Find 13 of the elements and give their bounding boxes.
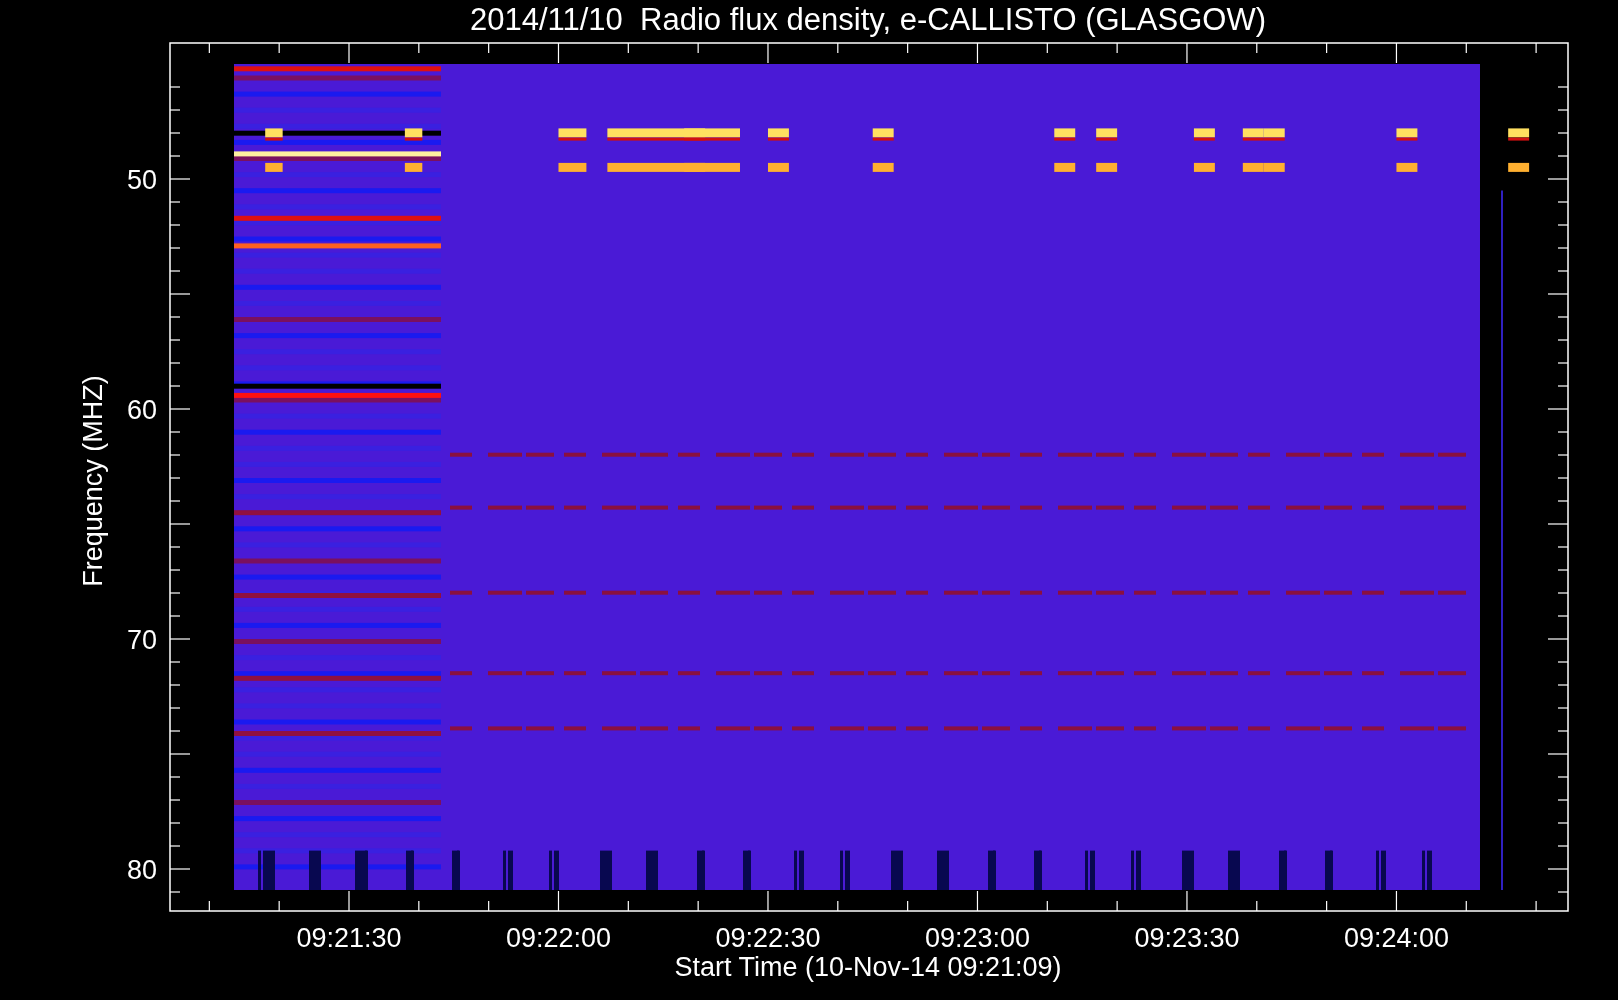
x-tick-label: 09:22:30 [715, 923, 821, 953]
chart-title: 2014/11/10 Radio flux density, e-CALLISTO (GLASGOW) [470, 2, 1266, 37]
y-axis-title: Frequency (MHZ) [78, 375, 108, 587]
x-tick-label: 09:24:00 [1343, 923, 1449, 953]
y-tick-label: 60 [126, 395, 157, 425]
x-tick-label: 09:21:30 [296, 923, 402, 953]
y-tick-label: 50 [126, 165, 157, 195]
x-tick-label: 09:23:30 [1134, 923, 1240, 953]
x-tick-label: 09:22:00 [505, 923, 612, 953]
y-tick-label: 80 [126, 855, 157, 885]
x-tick-label: 09:23:00 [924, 923, 1030, 953]
x-axis-title: Start Time (10-Nov-14 09:21:09) [674, 952, 1062, 982]
y-tick-label: 70 [126, 625, 157, 655]
